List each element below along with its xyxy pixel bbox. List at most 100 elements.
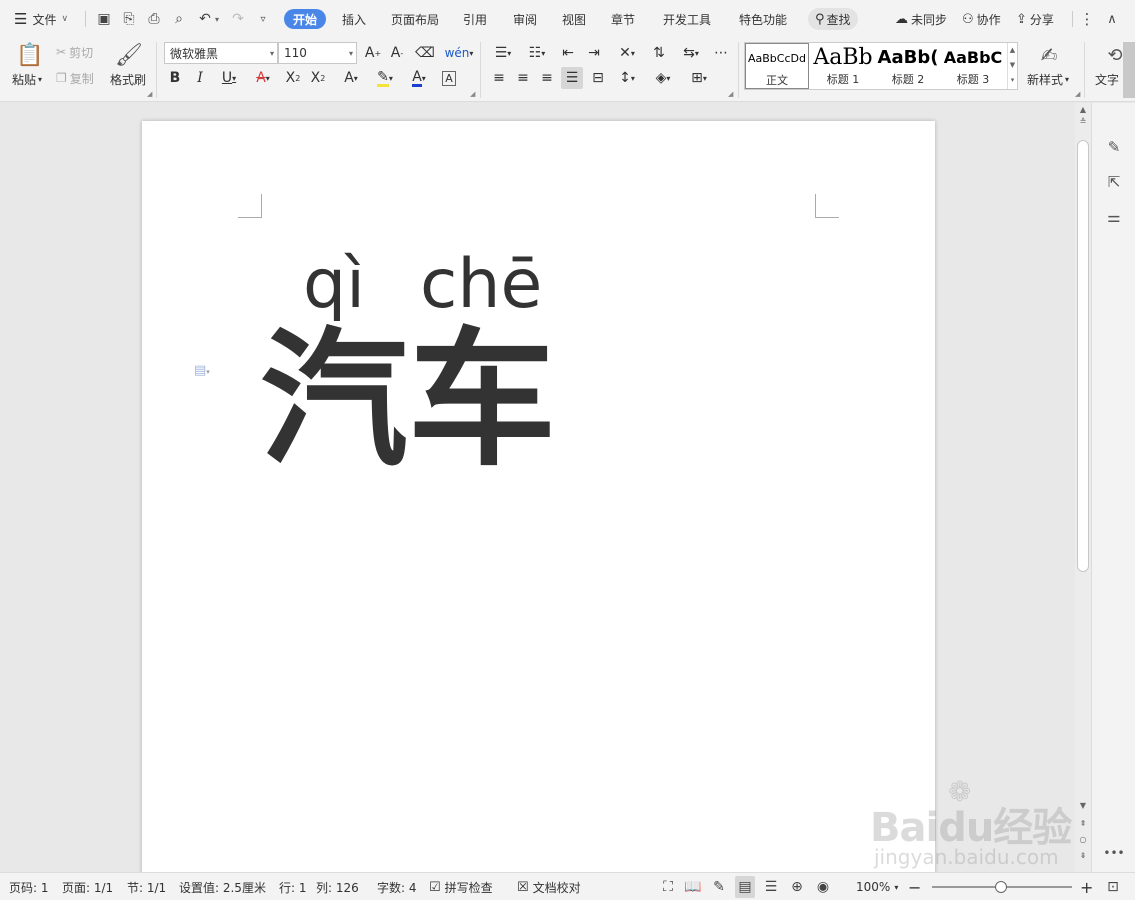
text-tools-button[interactable]: 文字 [1095,70,1119,88]
document-page[interactable]: ▤▾ qì chē 汽车 [142,121,935,872]
style-heading-3[interactable]: AaBbC 标题 3 [941,43,1005,89]
spell-check-button[interactable]: ☑ 拼写检查 [429,873,493,900]
copy-button[interactable]: ❐ 复制 [56,68,94,88]
zoom-slider-handle[interactable] [995,881,1007,893]
save-icon[interactable]: ▣ [95,0,113,38]
format-painter-button[interactable]: 格式刷 [110,70,146,88]
zoom-select[interactable]: 100% ▾ [856,873,898,900]
zoom-out-icon[interactable]: − [908,873,921,900]
paragraph-handle-icon[interactable]: ▤▾ [194,363,210,378]
collaborate-button[interactable]: ⚇ 协作 [962,0,1001,38]
web-view-icon[interactable]: ⊕ [787,873,807,900]
reading-mode-icon[interactable]: 📖 [683,873,703,900]
scroll-thumb[interactable] [1077,140,1089,572]
dialog-launcher-icon[interactable]: ◢ [147,90,152,98]
tab-references[interactable]: 引用 [463,0,487,38]
style-heading-1[interactable]: AaBb 标题 1 [811,43,875,89]
strikethrough-icon[interactable]: A ▾ [248,67,278,89]
borders-icon[interactable]: ⊞ ▾ [684,67,714,89]
underline-icon[interactable]: U ▾ [214,67,244,89]
more-icon[interactable]: ⋮ [1078,0,1096,38]
text-effect-icon[interactable]: A ▾ [336,67,366,89]
text-direction-icon[interactable]: ⇆ ▾ [676,42,706,64]
paste-button[interactable]: 粘贴 ▾ [12,70,42,88]
print-icon[interactable]: ⎙ [145,0,163,38]
font-name-select[interactable]: 微软雅黑 ▾ [164,42,278,64]
sync-button[interactable]: ☁ 未同步 [895,0,947,38]
align-center-icon[interactable]: ≡ [512,67,534,89]
fullscreen-icon[interactable]: ⛶ [658,873,678,900]
eye-protection-icon[interactable]: ◉ [813,873,833,900]
page-view-icon[interactable]: ▤ [735,876,755,898]
export-icon[interactable]: ⎘ [120,0,138,38]
sort-icon[interactable]: ⇅ [648,42,670,64]
line-spacing-icon[interactable]: ↕ ▾ [612,67,642,89]
write-mode-icon[interactable]: ✎ [709,873,729,900]
undo-dropdown-icon[interactable]: ▾ [215,0,219,38]
font-color-icon[interactable]: A ▾ [404,67,434,89]
fit-window-icon[interactable]: ⊡ [1103,873,1123,900]
status-section[interactable]: 节: 1/1 [127,873,166,900]
align-left-icon[interactable]: ≡ [488,67,510,89]
tab-developer[interactable]: 开发工具 [663,0,711,38]
tab-section[interactable]: 章节 [611,0,635,38]
outline-view-icon[interactable]: ☰ [761,873,781,900]
phonetic-guide-icon[interactable]: wén ▾ [444,42,474,64]
font-size-select[interactable]: 110 ▾ [278,42,357,64]
tab-review[interactable]: 审阅 [513,0,537,38]
scroll-up-icon[interactable]: ▲ [1075,105,1091,114]
style-gallery-scroll[interactable]: ▲ ▼ ▾ [1007,43,1017,89]
show-marks-icon[interactable]: ⋯ [710,42,732,64]
superscript-icon[interactable]: X2 [282,67,304,89]
dialog-launcher-icon[interactable]: ◢ [728,90,733,98]
clear-format-icon[interactable]: ⌫ [414,42,436,64]
zoom-in-icon[interactable]: + [1080,873,1093,900]
undo-icon[interactable]: ↶ [196,0,214,38]
doc-review-button[interactable]: ☒ 文档校对 [517,873,581,900]
pointer-icon[interactable]: ⇱ [1104,172,1124,192]
style-heading-2[interactable]: AaBb( 标题 2 [876,43,940,89]
dialog-launcher-icon[interactable]: ◢ [470,90,475,98]
bullet-list-icon[interactable]: ☰ ▾ [488,42,518,64]
new-style-button[interactable]: 新样式 ▾ [1027,70,1069,88]
status-pages[interactable]: 页面: 1/1 [62,873,113,900]
search-button[interactable]: ⚲ 查找 [808,8,858,30]
status-setting-value[interactable]: 设置值: 2.5厘米 [179,873,266,900]
status-row[interactable]: 行: 1 [279,873,307,900]
subscript-icon[interactable]: X2 [307,67,329,89]
vertical-scrollbar[interactable]: ▲ ≙ ▼ ⇞ ○ ⇟ [1075,103,1091,872]
cut-button[interactable]: ✂ 剪切 [56,42,93,62]
italic-icon[interactable]: I [189,67,211,89]
style-normal[interactable]: AaBbCcDd 正文 [745,43,809,89]
grow-font-icon[interactable]: A + [362,42,384,64]
tab-page-layout[interactable]: 页面布局 [391,0,439,38]
highlight-icon[interactable]: ✎ ▾ [370,67,400,89]
pen-icon[interactable]: ✎ [1104,137,1124,157]
page-up-icon[interactable]: ≙ [1075,117,1091,126]
clipboard-icon[interactable]: 📋 [16,40,44,70]
tab-special-features[interactable]: 特色功能 [739,0,787,38]
align-right-icon[interactable]: ≡ [536,67,558,89]
redo-icon[interactable]: ↷ [229,0,247,38]
shading-icon[interactable]: ◈ ▾ [648,67,678,89]
file-menu[interactable]: ☰ 文件 ∨ [14,0,68,38]
character-border-icon[interactable]: A [438,67,460,89]
numbered-list-icon[interactable]: ☷ ▾ [522,42,552,64]
share-button[interactable]: ⇪ 分享 [1016,0,1054,38]
status-page-number[interactable]: 页码: 1 [9,873,49,900]
collapse-ribbon-icon[interactable]: ∧ [1103,0,1121,38]
tab-view[interactable]: 视图 [562,0,586,38]
text-tools-icon[interactable]: ⟲ [1105,40,1125,70]
brush-icon[interactable]: 🖌 [115,40,143,70]
status-column[interactable]: 列: 126 [316,873,359,900]
bold-icon[interactable]: B [164,67,186,89]
tab-home[interactable]: 开始 [284,9,327,29]
justify-icon[interactable]: ☰ [561,67,583,89]
distributed-align-icon[interactable]: ⊟ [587,67,609,89]
sliders-icon[interactable]: ⚌ [1104,207,1124,227]
print-preview-icon[interactable]: ⌕ [170,0,188,38]
ribbon-scrollbar[interactable] [1123,42,1135,98]
status-word-count[interactable]: 字数: 4 [377,873,417,900]
tab-insert[interactable]: 插入 [342,0,366,38]
dialog-launcher-icon[interactable]: ◢ [1075,90,1080,98]
